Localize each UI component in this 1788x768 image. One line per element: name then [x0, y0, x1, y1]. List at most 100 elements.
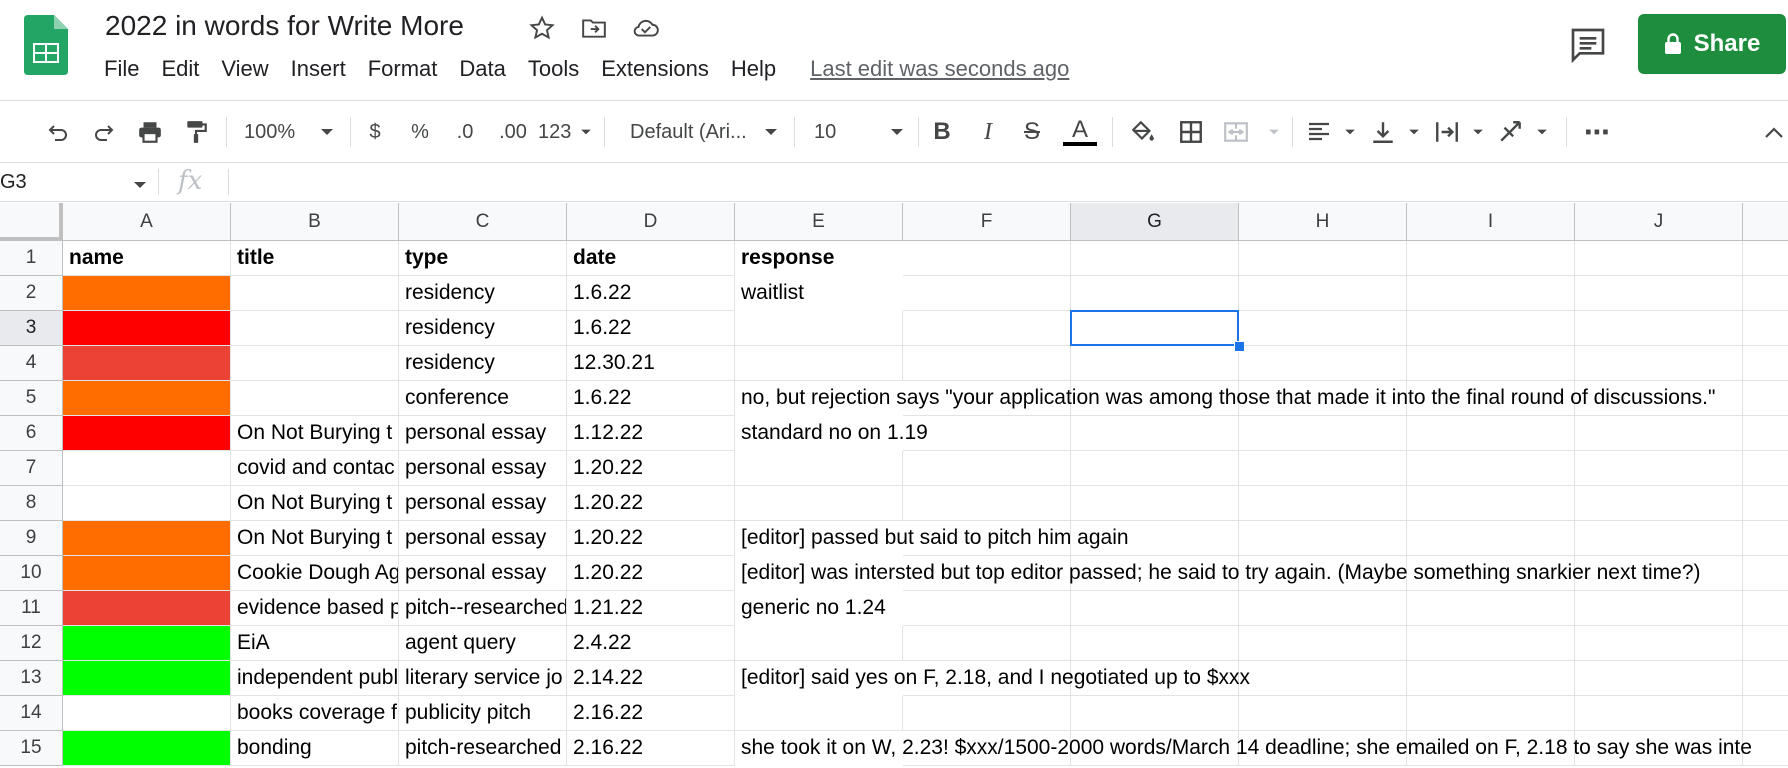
cell-c10[interactable]: personal essay — [399, 556, 567, 591]
cell-a8[interactable] — [63, 486, 231, 521]
cell-d1[interactable]: date — [567, 241, 735, 276]
cell-c13[interactable]: literary service jo — [399, 661, 567, 696]
menu-format[interactable]: Format — [368, 56, 438, 82]
cell-d14[interactable]: 2.16.22 — [567, 696, 735, 731]
cell-d3[interactable]: 1.6.22 — [567, 311, 735, 346]
cell-c14[interactable]: publicity pitch — [399, 696, 567, 731]
row-header[interactable]: 8 — [0, 486, 63, 521]
cell-b10[interactable]: Cookie Dough Ag — [231, 556, 399, 591]
cloud-saved-icon[interactable] — [630, 12, 662, 44]
cell-i12[interactable] — [1407, 626, 1575, 661]
borders-icon[interactable] — [1174, 115, 1208, 149]
cell-b15[interactable]: bonding — [231, 731, 399, 766]
paint-format-icon[interactable] — [178, 115, 214, 149]
cell-b11[interactable]: evidence based p — [231, 591, 399, 626]
row-header[interactable]: 11 — [0, 591, 63, 626]
cell-e6[interactable]: standard no on 1.19 — [735, 416, 1788, 451]
cell-c2[interactable]: residency — [399, 276, 567, 311]
menu-extensions[interactable]: Extensions — [601, 56, 709, 82]
decrease-decimal-button[interactable]: .0 — [448, 115, 482, 149]
cell-d2[interactable]: 1.6.22 — [567, 276, 735, 311]
cell-f4[interactable] — [903, 346, 1071, 381]
text-color-button[interactable]: A — [1062, 115, 1098, 149]
menu-view[interactable]: View — [221, 56, 268, 82]
select-all-corner[interactable] — [0, 203, 63, 241]
cell-e7[interactable] — [735, 451, 903, 486]
column-header-g[interactable]: G — [1071, 203, 1239, 241]
cell-g8[interactable] — [1071, 486, 1239, 521]
cell-a12[interactable] — [63, 626, 231, 661]
zoom-select[interactable]: 100% — [244, 115, 334, 149]
cell-a9[interactable] — [63, 521, 231, 556]
cell-d8[interactable]: 1.20.22 — [567, 486, 735, 521]
cell-a3[interactable] — [63, 311, 231, 346]
increase-decimal-button[interactable]: .00 — [494, 115, 532, 149]
cell-c1[interactable]: type — [399, 241, 567, 276]
column-header-b[interactable]: B — [231, 203, 399, 241]
cell-j7[interactable] — [1575, 451, 1743, 486]
cell-b8[interactable]: On Not Burying t — [231, 486, 399, 521]
cell-b3[interactable] — [231, 311, 399, 346]
cell-a6[interactable] — [63, 416, 231, 451]
undo-icon[interactable] — [40, 115, 76, 149]
cell-b5[interactable] — [231, 381, 399, 416]
cell-e8[interactable] — [735, 486, 903, 521]
row-header[interactable]: 2 — [0, 276, 63, 311]
menu-edit[interactable]: Edit — [161, 56, 199, 82]
cell-d7[interactable]: 1.20.22 — [567, 451, 735, 486]
cell-d6[interactable]: 1.12.22 — [567, 416, 735, 451]
cell-b12[interactable]: EiA — [231, 626, 399, 661]
cell-h14[interactable] — [1239, 696, 1407, 731]
cell-d10[interactable]: 1.20.22 — [567, 556, 735, 591]
row-header[interactable]: 1 — [0, 241, 63, 276]
cell-e9[interactable]: [editor] passed but said to pitch him ag… — [735, 521, 1788, 556]
cell-k3[interactable] — [1743, 311, 1788, 346]
cell-j8[interactable] — [1575, 486, 1743, 521]
cell-j3[interactable] — [1575, 311, 1743, 346]
cell-d12[interactable]: 2.4.22 — [567, 626, 735, 661]
strikethrough-button[interactable]: S — [1018, 115, 1046, 149]
document-title[interactable]: 2022 in words for Write More — [105, 10, 464, 42]
cell-e10[interactable]: [editor] was intersted but top editor pa… — [735, 556, 1788, 591]
redo-icon[interactable] — [86, 115, 122, 149]
cell-i7[interactable] — [1407, 451, 1575, 486]
column-header-e[interactable]: E — [735, 203, 903, 241]
menu-file[interactable]: File — [104, 56, 139, 82]
cell-i8[interactable] — [1407, 486, 1575, 521]
cell-j4[interactable] — [1575, 346, 1743, 381]
cell-j12[interactable] — [1575, 626, 1743, 661]
cell-c6[interactable]: personal essay — [399, 416, 567, 451]
cell-e4[interactable] — [735, 346, 903, 381]
cell-b4[interactable] — [231, 346, 399, 381]
cell-a5[interactable] — [63, 381, 231, 416]
cell-c9[interactable]: personal essay — [399, 521, 567, 556]
cell-j14[interactable] — [1575, 696, 1743, 731]
bold-button[interactable]: B — [928, 115, 956, 149]
cell-c4[interactable]: residency — [399, 346, 567, 381]
chevron-down-icon[interactable] — [133, 180, 147, 190]
column-header-k[interactable] — [1743, 203, 1788, 241]
cell-e1[interactable]: response — [735, 241, 1788, 276]
row-header[interactable]: 14 — [0, 696, 63, 731]
share-button[interactable]: Share — [1638, 14, 1786, 74]
spreadsheet-grid[interactable]: 2.16.22 pitch-researched bonding 2.16.22 pub… — [0, 203, 1788, 768]
cell-h7[interactable] — [1239, 451, 1407, 486]
cell-c5[interactable]: conference — [399, 381, 567, 416]
move-to-folder-icon[interactable] — [578, 12, 610, 44]
column-header-j[interactable]: J — [1575, 203, 1743, 241]
cell-a13[interactable] — [63, 661, 231, 696]
cell-a4[interactable] — [63, 346, 231, 381]
column-header-a[interactable]: A — [63, 203, 231, 241]
column-header-d[interactable]: D — [567, 203, 735, 241]
cell-c7[interactable]: personal essay — [399, 451, 567, 486]
star-icon[interactable] — [526, 12, 558, 44]
row-header[interactable]: 3 — [0, 311, 63, 346]
row-header[interactable]: 15 — [0, 731, 63, 766]
cell-d5[interactable]: 1.6.22 — [567, 381, 735, 416]
font-size-select[interactable]: 10 — [814, 115, 904, 149]
cell-i4[interactable] — [1407, 346, 1575, 381]
row-header[interactable]: 13 — [0, 661, 63, 696]
cell-k7[interactable] — [1743, 451, 1788, 486]
cell-e15[interactable]: she took it on W, 2.23! $xxx/1500-2000 w… — [735, 731, 1788, 766]
cell-f14[interactable] — [903, 696, 1071, 731]
